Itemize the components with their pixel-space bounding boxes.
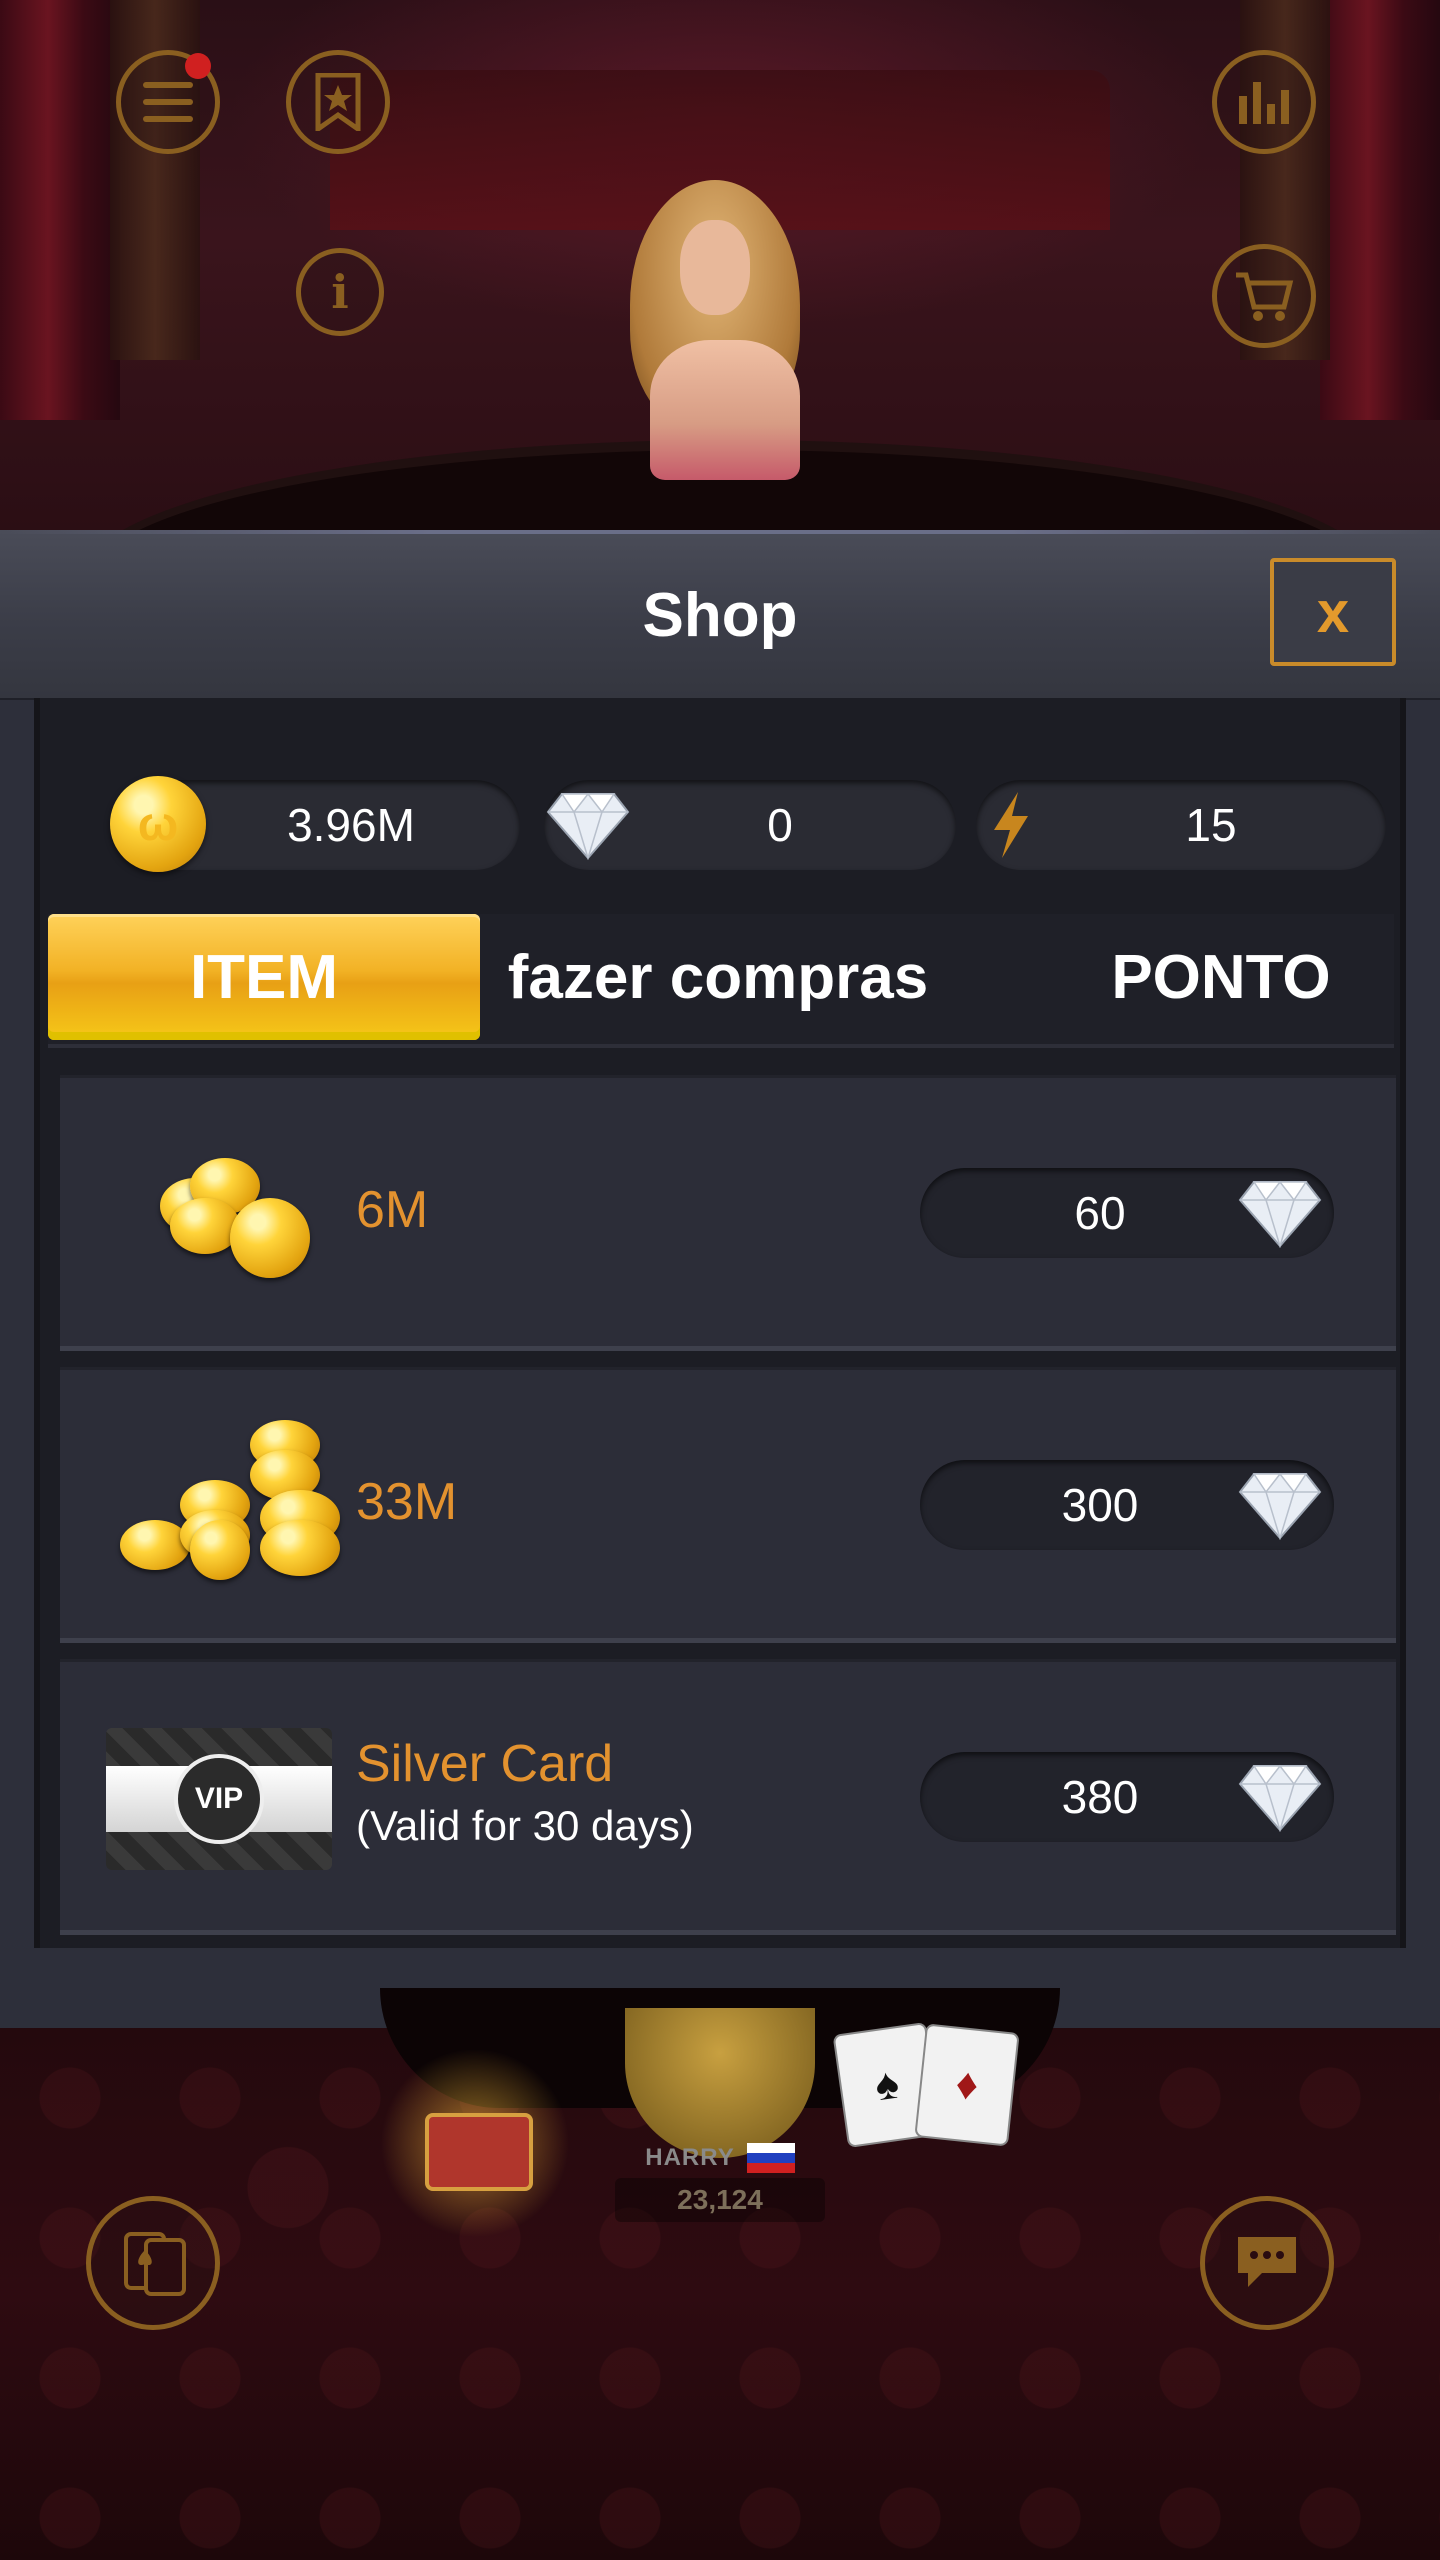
treasure-chest-button[interactable]: [380, 2048, 570, 2238]
lightning-bolt-icon: [994, 792, 1028, 858]
cards-button[interactable]: [86, 2196, 220, 2330]
coin-pile-large-icon: [120, 1420, 340, 1580]
info-icon: i: [331, 265, 349, 319]
bar-chart-icon: [1239, 82, 1289, 124]
vip-badge: VIP: [174, 1754, 264, 1844]
item-name: Silver Card: [356, 1735, 614, 1793]
shop-content: 3.96M ω 0 15 ITEM fazer compras PONTO 6M…: [34, 698, 1406, 1948]
diamond-icon: [546, 792, 630, 860]
vip-card-icon: VIP: [106, 1728, 332, 1870]
price-button[interactable]: 300: [920, 1460, 1334, 1550]
energy-balance-value: 15: [1185, 799, 1237, 851]
item-amount: 6M: [356, 1181, 429, 1239]
shopping-cart-icon: [1236, 272, 1294, 321]
diamond-icon: [1238, 1472, 1322, 1540]
shop-header: Shop x: [0, 530, 1440, 698]
notification-dot: [185, 53, 211, 79]
item-amount: 33M: [356, 1473, 458, 1531]
menu-button[interactable]: [116, 50, 220, 154]
close-button[interactable]: x: [1270, 558, 1396, 666]
game-table-background-top: i: [0, 0, 1440, 530]
shop-dialog: Shop x 3.96M ω 0 15 ITEM fazer compras P…: [0, 530, 1440, 2028]
player-chips: 23,124: [615, 2178, 825, 2222]
curtain-left: [0, 0, 120, 420]
tab-item[interactable]: ITEM: [48, 914, 480, 1040]
dealer-avatar: [600, 180, 840, 480]
diamond-icon: [1238, 1180, 1322, 1248]
bookmark-button[interactable]: [286, 50, 390, 154]
info-button[interactable]: i: [296, 248, 384, 336]
price-value: 60: [1074, 1187, 1126, 1239]
player-name: HARRY: [645, 2144, 735, 2171]
shop-item-silver-card[interactable]: VIP Silver Card (Valid for 30 days) 380: [60, 1662, 1396, 1935]
shop-item-33m[interactable]: 33M 300: [60, 1370, 1396, 1643]
coin-icon: ω: [110, 776, 206, 872]
player-name-row: HARRY: [620, 2138, 820, 2178]
energy-balance: 15: [976, 780, 1386, 870]
tab-fazer-compras[interactable]: fazer compras: [488, 914, 948, 1040]
player-cards: ♠ ♦: [832, 2022, 1020, 2148]
menu-icon: [143, 82, 193, 122]
cart-button[interactable]: [1212, 244, 1316, 348]
diamond-icon: [1238, 1764, 1322, 1832]
chat-button[interactable]: [1200, 2196, 1334, 2330]
item-validity: (Valid for 30 days): [356, 1802, 694, 1849]
treasure-chest-icon: [425, 2113, 533, 2191]
bookmark-star-icon: [315, 73, 361, 131]
russia-flag-icon: [746, 2143, 795, 2173]
stats-button[interactable]: [1212, 50, 1316, 154]
price-button[interactable]: 60: [920, 1168, 1334, 1258]
curtain-right: [1320, 0, 1440, 420]
coin-stack-small-icon: [160, 1148, 310, 1278]
tab-ponto[interactable]: PONTO: [1048, 914, 1394, 1040]
chat-icon: [1238, 2237, 1296, 2287]
price-button[interactable]: 380: [920, 1752, 1334, 1842]
cards-icon: [124, 2232, 186, 2296]
shop-title: Shop: [642, 581, 798, 650]
game-table-background-bottom: ♠ ♦ HARRY 23,124: [0, 1988, 1440, 2560]
shop-item-6m[interactable]: 6M 60: [60, 1078, 1396, 1351]
shop-tabs: ITEM fazer compras PONTO: [48, 914, 1394, 1048]
price-value: 380: [1061, 1771, 1139, 1823]
playing-card-jack-icon: ♦: [914, 2023, 1020, 2147]
price-value: 300: [1061, 1479, 1139, 1531]
